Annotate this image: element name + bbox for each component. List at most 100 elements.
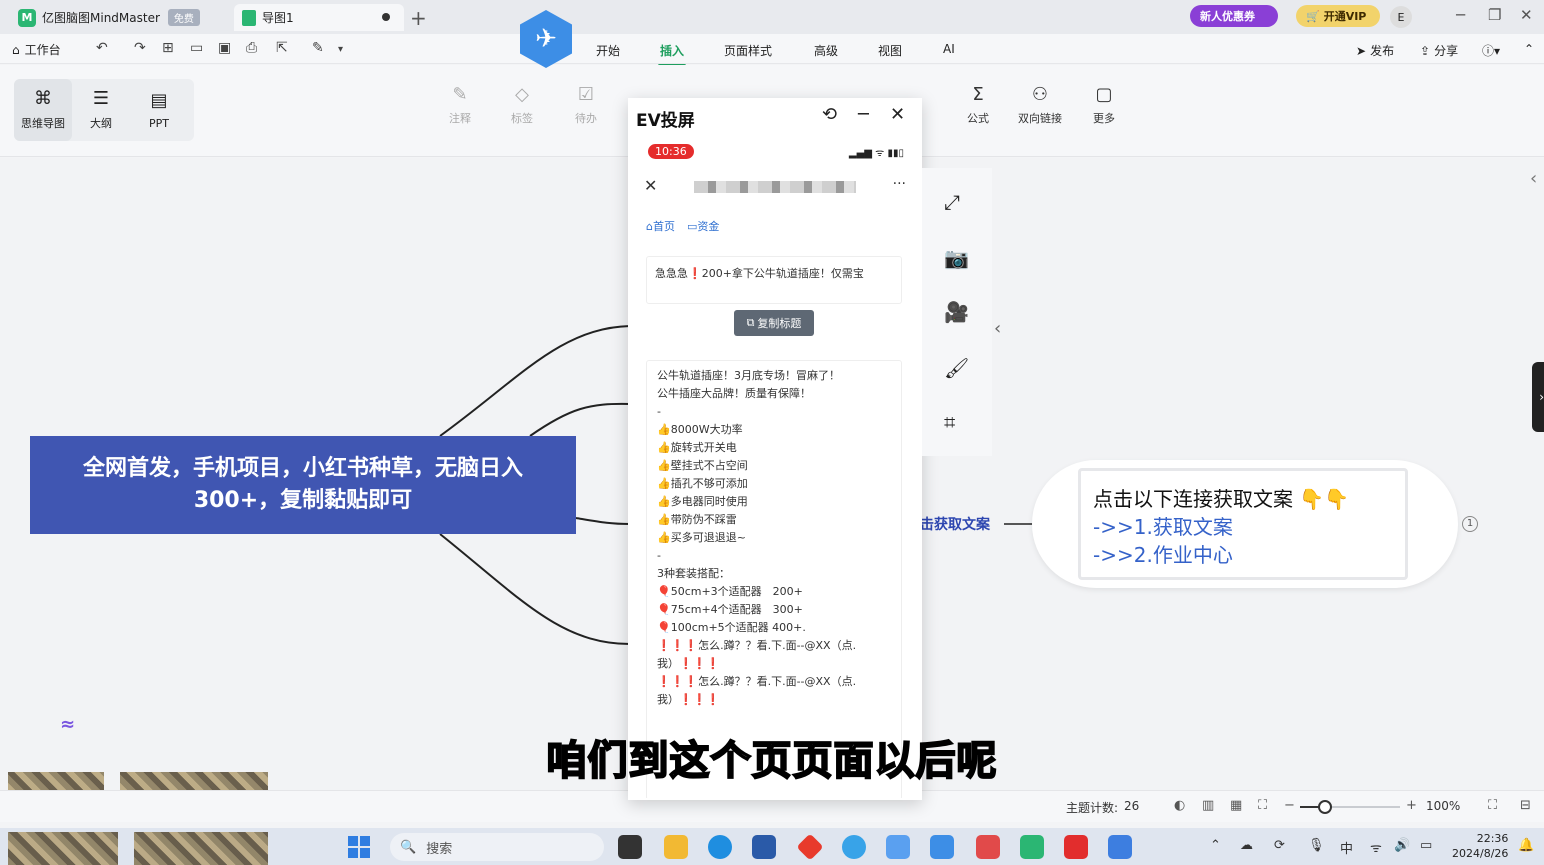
columns-icon[interactable]: ▥ <box>1202 798 1214 813</box>
zoom-in-icon[interactable]: + <box>1406 798 1417 813</box>
drawer-handle-icon[interactable]: › <box>1532 362 1544 432</box>
edge-browser-icon[interactable] <box>708 835 732 859</box>
zoom-out-icon[interactable]: − <box>1284 798 1295 813</box>
ev-cast-icon[interactable] <box>930 835 954 859</box>
document-tab[interactable]: 导图1 <box>234 4 404 31</box>
collapse-ribbon-icon[interactable]: ⌃ <box>1524 42 1534 56</box>
ime-indicator[interactable]: 中 <box>1340 838 1353 857</box>
callout-line-3[interactable]: ->>2.作业中心 <box>1093 541 1393 569</box>
cloud-icon[interactable]: ☁ <box>1240 838 1253 853</box>
notification-icon[interactable]: 🔔 <box>1518 838 1534 853</box>
brush-icon[interactable]: 🖌 <box>944 356 969 380</box>
callout-line-2[interactable]: ->>1.获取文案 <box>1093 513 1393 541</box>
store-icon[interactable] <box>752 835 776 859</box>
zoom-slider-handle[interactable] <box>1318 800 1332 814</box>
tag-button[interactable]: ◇ 标签 <box>494 85 550 126</box>
bidirectional-link-button[interactable]: ⚇ 双向链接 <box>1012 85 1068 126</box>
restore-icon[interactable]: ❐ <box>1488 6 1501 24</box>
minimize-icon[interactable]: ─ <box>858 104 869 125</box>
avatar[interactable]: E <box>1390 6 1412 28</box>
zoom-slider[interactable] <box>1300 800 1400 814</box>
tab-start[interactable]: 开始 <box>596 42 620 59</box>
crop-icon[interactable]: ⌗ <box>944 410 955 434</box>
close-icon[interactable]: ✕ <box>644 176 657 195</box>
file-explorer-icon[interactable] <box>664 835 688 859</box>
tab-page-style[interactable]: 页面样式 <box>724 42 772 59</box>
redo-icon[interactable]: ↷ <box>134 40 146 56</box>
plus-icon[interactable]: + <box>410 6 427 30</box>
theme-icon[interactable]: ◐ <box>1174 798 1185 813</box>
fit-page-icon[interactable]: ⛶ <box>1258 798 1267 813</box>
zoom-level[interactable]: 100% <box>1426 799 1460 813</box>
wifi-icon[interactable]: ᯤ <box>1370 838 1382 856</box>
phone-status-icon: ▂▄▆ ᯤ ▮▮▯ <box>848 148 904 159</box>
panel-toggle-icon[interactable]: ⊟ <box>1520 798 1531 813</box>
taskbar-search[interactable]: 🔍 搜索 <box>390 833 604 861</box>
todo-button[interactable]: ☑ 待办 <box>558 85 614 126</box>
side-panel-chevron-icon[interactable]: ‹ <box>1530 168 1544 208</box>
workspace-button[interactable]: ⌂ 工作台 <box>12 41 61 58</box>
volume-icon[interactable]: 🔊 <box>1394 838 1410 853</box>
copy-title-button[interactable]: ⧉ 复制标题 <box>734 310 814 336</box>
taskbar-clock[interactable]: 22:36 2024/8/26 <box>1452 831 1508 861</box>
battery-icon[interactable]: ▭ <box>1420 838 1432 853</box>
post-line: 我）❗❗❗ <box>657 657 721 670</box>
note-button[interactable]: ✎ 注释 <box>432 85 488 126</box>
start-button[interactable] <box>348 836 370 858</box>
recorder-icon[interactable] <box>1064 835 1088 859</box>
layout-icon[interactable]: ▦ <box>1230 798 1242 813</box>
callout-topic[interactable]: 点击以下连接获取文案 👇👇 ->>1.获取文案 ->>2.作业中心 <box>1032 460 1458 588</box>
more-dots-icon[interactable]: ··· <box>893 176 906 192</box>
tab-view[interactable]: 视图 <box>878 42 902 59</box>
help-icon[interactable]: ⓘ▾ <box>1482 42 1500 59</box>
share-button[interactable]: ⇪ 分享 <box>1420 42 1458 59</box>
tab-ai[interactable]: AI <box>943 42 955 56</box>
photos-icon[interactable] <box>886 835 910 859</box>
tab-insert[interactable]: 插入 <box>657 42 687 67</box>
view-ppt-button[interactable]: ▤ PPT <box>130 79 188 141</box>
mindmaster-taskbar-icon[interactable] <box>1020 835 1044 859</box>
nav-funds-link[interactable]: ▭资金 <box>687 218 719 234</box>
post-line: 👍8000W大功率 <box>657 423 743 436</box>
open-vip-button[interactable]: 🛒 开通VIP <box>1296 5 1380 27</box>
formula-button[interactable]: Σ 公式 <box>950 85 1006 126</box>
app-tab[interactable]: M 亿图脑图MindMaster 免费 <box>10 4 216 31</box>
edit-icon[interactable]: ✎ <box>312 40 324 56</box>
wps-icon[interactable] <box>976 835 1000 859</box>
undo-icon[interactable]: ↶ <box>96 40 108 56</box>
close-icon[interactable]: ✕ <box>1520 6 1533 24</box>
red-app-icon[interactable] <box>796 833 824 861</box>
more-button[interactable]: ▢ 更多 <box>1076 85 1132 126</box>
fullscreen-icon[interactable]: ⛶ <box>1488 798 1497 813</box>
print-icon[interactable]: ⎙ <box>246 40 257 56</box>
new-file-icon[interactable]: ⊞ <box>162 40 174 56</box>
task-view-icon[interactable] <box>618 835 642 859</box>
view-mindmap-button[interactable]: ⌘ 思维导图 <box>14 79 72 141</box>
nav-home-link[interactable]: ⌂首页 <box>646 218 675 234</box>
browser-icon[interactable] <box>842 835 866 859</box>
save-icon[interactable]: ▣ <box>218 40 231 56</box>
microphone-icon[interactable]: 🎙 <box>1308 838 1325 853</box>
new-user-coupon-button[interactable]: 新人优惠券 <box>1190 5 1278 27</box>
record-video-icon[interactable]: 🎥 <box>944 300 969 324</box>
customize-dropdown-icon[interactable]: ▾ <box>338 44 343 55</box>
ev-recorder-icon[interactable] <box>1108 835 1132 859</box>
root-topic[interactable]: 全网首发，手机项目，小红书种草，无脑日入300+，复制黏贴即可 <box>30 436 576 534</box>
chevron-up-icon[interactable]: ⌃ <box>1210 838 1221 853</box>
publish-button[interactable]: ➤ 发布 <box>1356 42 1394 59</box>
close-icon[interactable]: ✕ <box>890 104 905 125</box>
open-folder-icon[interactable]: ▭ <box>190 40 203 56</box>
view-outline-button[interactable]: ☰ 大纲 <box>72 79 130 141</box>
rotate-icon[interactable]: ⟲ <box>822 104 837 125</box>
chevron-left-icon[interactable]: ‹ <box>994 318 1001 339</box>
minimize-icon[interactable]: ─ <box>1456 6 1465 24</box>
sync-icon[interactable]: ⟳ <box>1274 838 1285 853</box>
phone-screen[interactable]: 10:36 ▂▄▆ ᯤ ▮▮▯ ✕ ··· ⌂首页 ▭资金 急急急❗200+拿下… <box>642 138 914 798</box>
export-icon[interactable]: ⇱ <box>276 40 288 56</box>
branch-topic-get-copy[interactable]: 击获取文案 <box>920 514 990 534</box>
open-vip-label: 开通VIP <box>1323 10 1367 23</box>
expand-branch-icon[interactable]: 1 <box>1462 516 1478 532</box>
camera-icon[interactable]: 📷 <box>944 246 969 270</box>
fullscreen-icon[interactable]: ⤢ <box>944 190 960 214</box>
tab-advanced[interactable]: 高级 <box>814 42 838 59</box>
